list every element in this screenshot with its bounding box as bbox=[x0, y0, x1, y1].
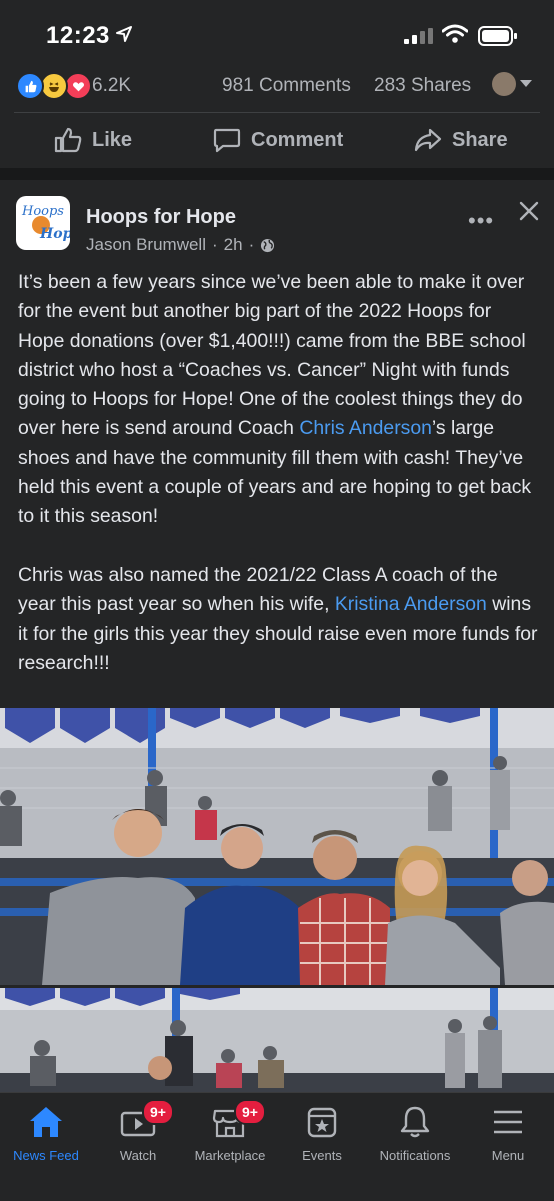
tab-notifications[interactable]: Notifications bbox=[368, 1093, 462, 1201]
tab-label: Marketplace bbox=[194, 1148, 266, 1163]
wifi-icon bbox=[442, 24, 468, 43]
tab-label: Watch bbox=[119, 1148, 157, 1163]
cellular-signal-icon bbox=[404, 28, 433, 44]
tab-label: Menu bbox=[491, 1148, 525, 1163]
gym-photo-image bbox=[0, 708, 554, 985]
post-photo[interactable] bbox=[0, 708, 554, 985]
meta-dot: · bbox=[212, 235, 218, 254]
reactions-summary[interactable]: 6.2K 981 Comments 283 Shares bbox=[0, 62, 554, 108]
share-button[interactable]: Share bbox=[414, 127, 508, 153]
page-avatar[interactable]: Hoops Hope bbox=[16, 196, 70, 250]
page-name[interactable]: Hoops for Hope bbox=[86, 206, 236, 229]
meta-dot: · bbox=[248, 235, 255, 254]
tab-watch[interactable]: 9+ Watch bbox=[92, 1093, 184, 1201]
post-time[interactable]: 2h bbox=[224, 235, 243, 255]
post-paragraph: It’s been a few years since we’ve been a… bbox=[18, 268, 540, 532]
status-time: 12:23 bbox=[46, 22, 110, 49]
post-body: It’s been a few years since we’ve been a… bbox=[18, 268, 540, 678]
tab-menu[interactable]: Menu bbox=[462, 1093, 554, 1201]
divider bbox=[14, 112, 540, 113]
like-button[interactable]: Like bbox=[54, 127, 132, 153]
comments-count[interactable]: 981 Comments bbox=[222, 75, 351, 97]
tab-label: Events bbox=[302, 1148, 342, 1163]
more-options-icon[interactable]: ••• bbox=[468, 208, 494, 234]
comment-button[interactable]: Comment bbox=[213, 127, 343, 153]
menu-icon bbox=[494, 1110, 522, 1134]
shares-count[interactable]: 283 Shares bbox=[374, 75, 471, 97]
location-arrow-icon bbox=[116, 26, 132, 42]
tab-label: Notifications bbox=[379, 1148, 451, 1163]
post-meta: Jason Brumwell · 2h · bbox=[86, 235, 275, 255]
post-separator bbox=[0, 168, 554, 180]
tab-label: News Feed bbox=[13, 1148, 79, 1163]
reaction-count[interactable]: 6.2K bbox=[92, 75, 131, 97]
globe-icon bbox=[261, 238, 275, 252]
battery-icon bbox=[478, 26, 517, 46]
like-label: Like bbox=[92, 128, 133, 151]
author-name[interactable]: Jason Brumwell bbox=[86, 235, 206, 255]
post-text-segment: It’s been a few years since we’ve been a… bbox=[18, 271, 526, 440]
watch-badge: 9+ bbox=[142, 1099, 174, 1125]
comment-icon bbox=[213, 128, 241, 153]
thumbs-up-icon bbox=[54, 127, 82, 153]
share-label: Share bbox=[452, 128, 508, 151]
love-reaction-icon bbox=[64, 72, 92, 100]
post-header: Hoops Hope Hoops for Hope Jason Brumwell… bbox=[0, 180, 554, 260]
mention-link[interactable]: Kristina Anderson bbox=[335, 593, 487, 615]
gym-photo-image bbox=[0, 988, 554, 1092]
post-paragraph: Chris was also named the 2021/22 Class A… bbox=[18, 561, 540, 678]
bell-icon bbox=[400, 1106, 430, 1138]
tab-events[interactable]: Events bbox=[276, 1093, 368, 1201]
close-icon[interactable] bbox=[518, 200, 540, 222]
tab-news-feed[interactable]: News Feed bbox=[0, 1093, 92, 1201]
chevron-down-icon[interactable] bbox=[520, 80, 532, 87]
viewer-avatar[interactable] bbox=[492, 72, 516, 96]
post-photo-2[interactable] bbox=[0, 988, 554, 1092]
bottom-tab-bar: News Feed 9+ Watch 9+ Marketplace Events… bbox=[0, 1092, 554, 1201]
avatar-logo-text-2: Hope bbox=[40, 226, 70, 242]
tab-marketplace[interactable]: 9+ Marketplace bbox=[184, 1093, 276, 1201]
marketplace-badge: 9+ bbox=[234, 1099, 266, 1125]
like-reaction-icon bbox=[16, 72, 44, 100]
home-icon bbox=[30, 1107, 62, 1137]
status-bar: 12:23 bbox=[0, 0, 554, 60]
reaction-icons bbox=[16, 72, 92, 100]
mention-link[interactable]: Chris Anderson bbox=[299, 417, 432, 439]
comment-label: Comment bbox=[251, 128, 344, 151]
share-arrow-icon bbox=[414, 128, 442, 152]
haha-reaction-icon bbox=[40, 72, 68, 100]
post-actions: Like Comment Share bbox=[0, 117, 554, 165]
events-icon bbox=[307, 1107, 337, 1138]
